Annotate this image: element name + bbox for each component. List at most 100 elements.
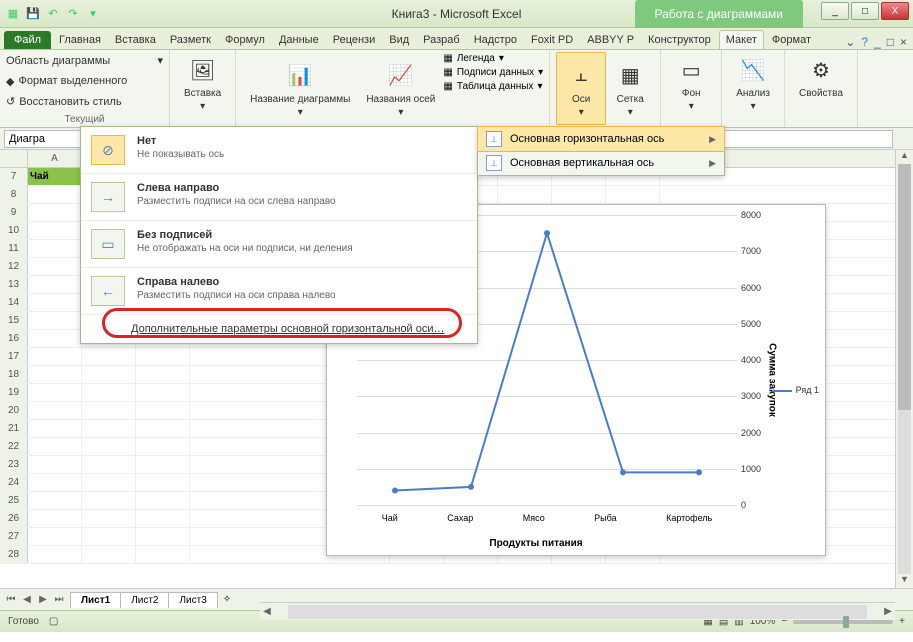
new-sheet-icon[interactable]: ✧ [217,594,237,605]
tab-data[interactable]: Данные [273,31,325,49]
insert-button[interactable]: 🖼Вставка▾ [176,52,229,114]
help-icon[interactable]: ? [861,35,868,49]
row-header[interactable]: 7 [0,168,28,185]
row-header[interactable]: 10 [0,222,28,239]
cell[interactable] [28,294,82,311]
select-all-corner[interactable] [0,150,28,167]
row-header[interactable]: 17 [0,348,28,365]
row-header[interactable]: 15 [0,312,28,329]
cell[interactable] [136,528,190,545]
chart-area-combo[interactable]: Область диаграммы ▾ [6,52,163,69]
workbook-max-icon[interactable]: □ [887,35,894,49]
sheet-last-icon[interactable]: ⏭ [52,594,66,605]
scroll-right-icon[interactable]: ▶ [881,606,895,617]
row-header[interactable]: 19 [0,384,28,401]
axis-titles-button[interactable]: 📈Названия осей▾ [358,52,443,125]
cell[interactable] [82,528,136,545]
tab-layout[interactable]: Разметк [164,31,217,49]
minimize-ribbon-icon[interactable]: ⌄ [845,35,855,49]
analysis-button[interactable]: 📉Анализ▾ [728,52,778,114]
scroll-thumb[interactable] [898,164,911,410]
sheet-prev-icon[interactable]: ◀ [20,594,34,605]
cell[interactable] [82,438,136,455]
sheet-tab-1[interactable]: Лист1 [70,592,121,608]
gridlines-button[interactable]: ▦Сетка▾ [606,52,654,125]
axis-more-options[interactable]: Дополнительные параметры основной горизо… [81,315,477,343]
sheet-next-icon[interactable]: ▶ [36,594,50,605]
undo-icon[interactable]: ↶ [44,5,62,23]
col-header[interactable]: A [28,150,82,167]
tab-addins[interactable]: Надстро [468,31,523,49]
minimize-button[interactable]: _ [821,2,849,20]
cell[interactable] [136,546,190,563]
file-tab[interactable]: Файл [4,31,51,49]
row-header[interactable]: 9 [0,204,28,221]
tab-home[interactable]: Главная [53,31,107,49]
axis-option-ltr[interactable]: → Слева направоРазместить подписи на оси… [81,174,477,221]
cell[interactable] [28,384,82,401]
cell[interactable] [136,492,190,509]
redo-icon[interactable]: ↷ [64,5,82,23]
cell[interactable] [28,474,82,491]
zoom-slider[interactable] [793,620,893,624]
cell[interactable] [28,204,82,221]
tab-view[interactable]: Вид [383,31,415,49]
row-header[interactable]: 22 [0,438,28,455]
maximize-button[interactable]: □ [851,2,879,20]
cell[interactable] [82,474,136,491]
cell[interactable] [82,546,136,563]
scroll-down-icon[interactable]: ▼ [896,574,913,588]
tab-developer[interactable]: Разраб [417,31,466,49]
format-selection-button[interactable]: ◆ Формат выделенного [6,73,163,90]
cell[interactable] [82,366,136,383]
axis-option-none[interactable]: ⊘ НетНе показывать ось [81,127,477,174]
macro-record-icon[interactable]: ▢ [49,616,58,627]
row-header[interactable]: 13 [0,276,28,293]
cell[interactable] [136,366,190,383]
cell[interactable] [28,438,82,455]
tab-insert[interactable]: Вставка [109,31,162,49]
legend-button[interactable]: ▦ Легенда ▾ [443,52,543,65]
row-header[interactable]: 11 [0,240,28,257]
row-header[interactable]: 12 [0,258,28,275]
cell[interactable] [28,186,82,203]
row-header[interactable]: 20 [0,402,28,419]
cell[interactable] [82,402,136,419]
axis-option-rtl[interactable]: ← Справа налевоРазместить подписи на оси… [81,268,477,315]
row-header[interactable]: 27 [0,528,28,545]
reset-style-button[interactable]: ↺ Восстановить стиль [6,93,163,110]
row-header[interactable]: 28 [0,546,28,563]
cell[interactable] [82,456,136,473]
cell[interactable] [28,258,82,275]
axis-option-nolabels[interactable]: ▭ Без подписейНе отображать на оси ни по… [81,221,477,268]
row-header[interactable]: 26 [0,510,28,527]
cell[interactable] [136,348,190,365]
cell[interactable]: Чай [28,168,82,185]
workbook-close-icon[interactable]: × [900,35,907,49]
axis-vertical-item[interactable]: ⟂ Основная вертикальная ось ▶ [478,151,724,175]
scroll-up-icon[interactable]: ▲ [896,150,913,164]
tab-foxit[interactable]: Foxit PD [525,31,579,49]
cell[interactable] [136,474,190,491]
sheet-tab-3[interactable]: Лист3 [168,592,217,608]
cell[interactable] [82,420,136,437]
cell[interactable] [28,330,82,347]
name-box[interactable]: Диагра [4,130,82,148]
cell[interactable] [82,492,136,509]
vertical-scrollbar[interactable]: ▲ ▼ [895,150,913,588]
axis-horizontal-item[interactable]: ⟂ Основная горизонтальная ось ▶ [477,126,725,152]
cell[interactable] [82,384,136,401]
cell[interactable] [136,510,190,527]
cell[interactable] [28,348,82,365]
chart-title-button[interactable]: 📊Название диаграммы▾ [242,52,358,125]
workbook-min-icon[interactable]: _ [874,35,881,49]
data-labels-button[interactable]: ▦ Подписи данных ▾ [443,66,543,79]
sheet-tab-2[interactable]: Лист2 [120,592,169,608]
row-header[interactable]: 14 [0,294,28,311]
tab-design[interactable]: Конструктор [642,31,717,49]
cell[interactable] [28,366,82,383]
cell[interactable] [28,420,82,437]
background-button[interactable]: ▭Фон▾ [667,52,715,114]
cell[interactable] [28,222,82,239]
cell[interactable] [552,186,606,203]
